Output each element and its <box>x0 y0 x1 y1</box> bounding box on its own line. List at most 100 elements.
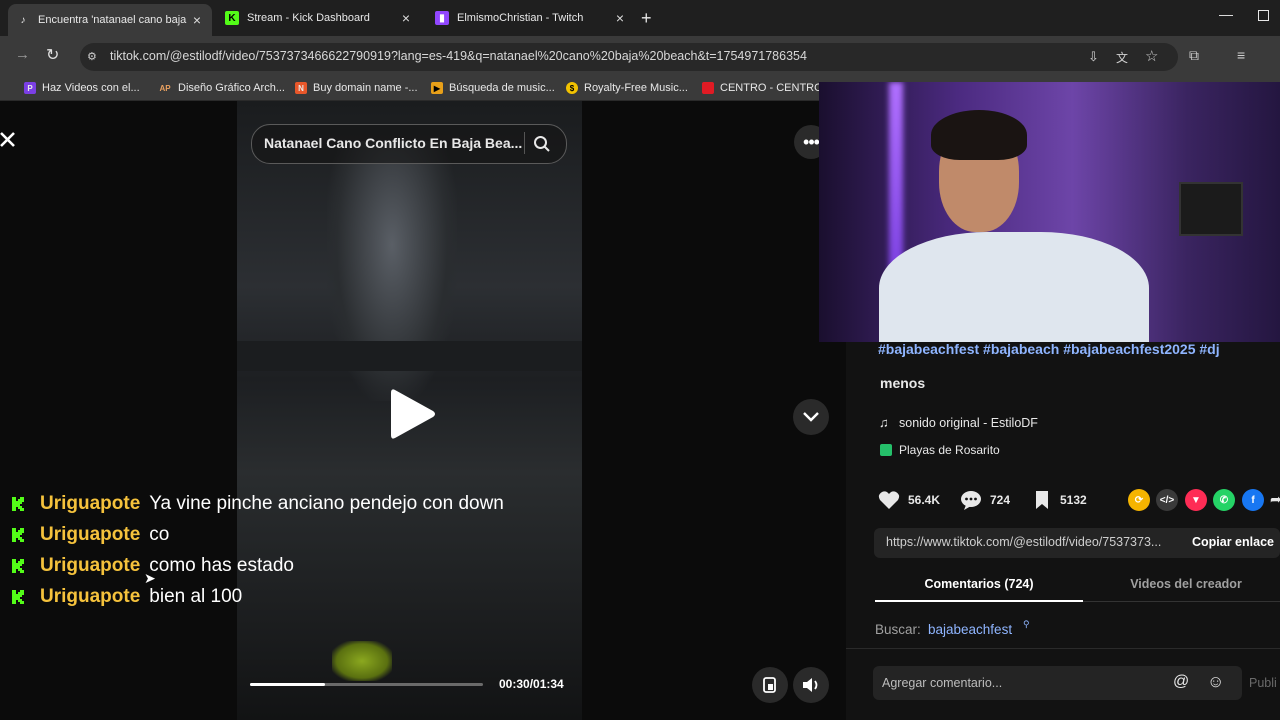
tab-tiktok[interactable]: ♪ Encuentra 'natanael cano baja b × <box>8 4 212 36</box>
bookmark-favicon: $ <box>566 82 578 94</box>
hashtags[interactable]: #bajabeachfest #bajabeach #bajabeachfest… <box>878 341 1220 357</box>
bookmark-item[interactable]: CENTRO - CENTRO,... <box>702 80 835 96</box>
new-tab-icon[interactable]: + <box>641 8 652 29</box>
saves-count: 5132 <box>1060 493 1087 507</box>
bookmark-item[interactable]: ▶ Búsqueda de music... <box>431 80 555 96</box>
whatsapp-icon[interactable]: ✆ <box>1213 489 1235 511</box>
search-input[interactable]: Natanael Cano Conflicto En Baja Bea... <box>264 135 522 151</box>
chat-username: Uriguapote <box>40 586 141 607</box>
heart-icon[interactable] <box>878 490 900 510</box>
minimize-icon[interactable]: — <box>1219 6 1233 22</box>
bookmark-item[interactable]: $ Royalty-Free Music... <box>566 80 688 96</box>
volume-button[interactable] <box>793 667 829 703</box>
translate-icon[interactable]: 文 <box>1116 49 1128 66</box>
chat-message: Uriguapote Ya vine pinche anciano pendej… <box>10 491 504 517</box>
sound-link[interactable]: sonido original - EstiloDF <box>899 416 1038 430</box>
tab-label: Stream - Kick Dashboard <box>247 12 370 24</box>
kick-icon <box>10 496 26 512</box>
bookmark-favicon: N <box>295 82 307 94</box>
bookmark-label: Búsqueda de music... <box>449 82 555 94</box>
site-info-icon[interactable]: ⚙ <box>87 50 101 64</box>
bookmark-favicon: AP <box>159 83 171 93</box>
chat-username: Uriguapote <box>40 524 141 545</box>
tab-divider <box>1083 601 1280 602</box>
close-icon[interactable]: × <box>399 10 413 26</box>
bookmark-label: Haz Videos con el... <box>42 82 140 94</box>
less-button[interactable]: menos <box>880 375 925 391</box>
search-icon[interactable] <box>533 135 551 153</box>
location-link[interactable]: Playas de Rosarito <box>899 443 1000 457</box>
repost-icon[interactable]: ⟳ <box>1128 489 1150 511</box>
tab-creator-videos[interactable]: Videos del creador <box>1092 577 1280 591</box>
kick-icon <box>10 589 26 605</box>
tab-twitch[interactable]: ▮ ElmismoChristian - Twitch × <box>427 4 635 32</box>
copy-link-button[interactable]: Copiar enlace <box>1192 535 1274 549</box>
search-term-link[interactable]: bajabeachfest <box>928 622 1012 637</box>
kick-icon: K <box>225 11 239 25</box>
tab-label: ElmismoChristian - Twitch <box>457 12 584 24</box>
video-stage-edge <box>237 341 582 371</box>
next-video-button[interactable] <box>793 399 829 435</box>
webcam-hair <box>931 110 1027 160</box>
likes-count: 56.4K <box>908 493 941 507</box>
search-divider <box>524 132 525 154</box>
post-button[interactable]: Publi <box>1249 676 1277 690</box>
send-icon[interactable]: ▼ <box>1185 489 1207 511</box>
chat-message: Uriguapote co <box>10 522 169 548</box>
comment-placeholder: Agregar comentario... <box>882 676 1003 690</box>
bookmark-icon[interactable] <box>1034 490 1050 510</box>
tab-comments[interactable]: Comentarios (724) <box>875 577 1083 591</box>
share-arrow-icon[interactable]: ➦ <box>1270 491 1280 508</box>
comments-count: 724 <box>990 493 1011 507</box>
maximize-icon[interactable] <box>1258 10 1269 21</box>
install-icon[interactable]: ⇩ <box>1088 49 1099 65</box>
twitch-icon: ▮ <box>435 11 449 25</box>
music-icon: ♫ <box>879 415 889 430</box>
chat-username: Uriguapote <box>40 493 141 514</box>
divider <box>846 648 1280 649</box>
kick-icon <box>10 527 26 543</box>
video-link-text[interactable]: https://www.tiktok.com/@estilodf/video/7… <box>886 535 1178 549</box>
close-icon[interactable] <box>0 131 19 151</box>
url-text[interactable]: tiktok.com/@estilodf/video/7537373466622… <box>110 49 807 63</box>
facebook-icon[interactable]: f <box>1242 489 1264 511</box>
tab-kick[interactable]: K Stream - Kick Dashboard × <box>217 4 421 32</box>
bookmark-item[interactable]: AP Diseño Gráfico Arch... <box>158 80 285 96</box>
progress-bar[interactable] <box>250 683 483 686</box>
volume-icon <box>803 678 818 692</box>
chat-message: Uriguapote bien al 100 <box>10 584 242 610</box>
bookmark-item[interactable]: P Haz Videos con el... <box>24 80 140 96</box>
kick-icon <box>10 558 26 574</box>
embed-icon[interactable]: </> <box>1156 489 1178 511</box>
webcam-light-strip <box>889 82 903 282</box>
pip-icon <box>763 677 776 693</box>
emoji-icon[interactable]: ☺ <box>1207 672 1224 692</box>
webcam-feed <box>819 82 1280 342</box>
tiktok-icon: ♪ <box>20 14 26 26</box>
search-small-icon: ⚲ <box>1023 619 1030 629</box>
forward-icon[interactable]: → <box>15 46 30 63</box>
bookmark-label: Buy domain name -... <box>313 82 418 94</box>
mouse-cursor-icon: ➤ <box>144 570 156 586</box>
close-icon[interactable]: × <box>613 10 627 26</box>
location-icon <box>880 444 892 456</box>
chat-text: como has estado <box>149 555 294 576</box>
chat-username: Uriguapote <box>40 555 141 576</box>
chat-text: Ya vine pinche anciano pendejo con down <box>149 493 504 514</box>
progress-fill <box>250 683 325 686</box>
video-time: 00:30/01:34 <box>499 677 564 691</box>
mention-icon[interactable]: @ <box>1173 673 1189 691</box>
media-icon[interactable]: ≡ <box>1237 47 1245 63</box>
play-icon[interactable] <box>389 387 437 441</box>
webcam-panel-light <box>1179 182 1243 236</box>
video-light <box>332 641 392 681</box>
bookmark-star-icon[interactable]: ☆ <box>1145 47 1158 65</box>
bookmark-favicon: P <box>24 82 36 94</box>
close-icon[interactable]: × <box>190 12 204 28</box>
chevron-down-icon <box>803 412 819 422</box>
bookmark-item[interactable]: N Buy domain name -... <box>295 80 418 96</box>
reload-icon[interactable]: ↻ <box>46 45 59 65</box>
comment-icon[interactable] <box>960 490 982 510</box>
floating-player-button[interactable] <box>752 667 788 703</box>
extensions-icon[interactable]: ⧉ <box>1189 47 1199 64</box>
